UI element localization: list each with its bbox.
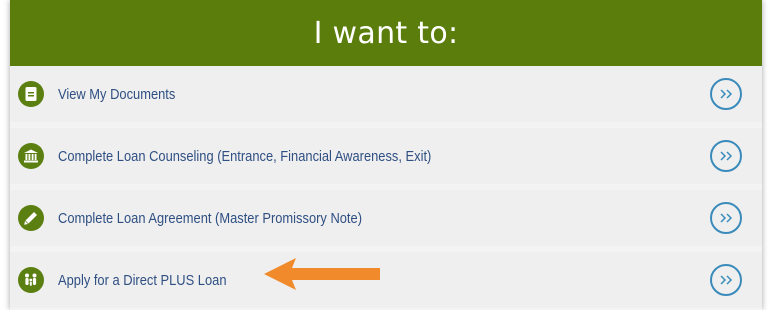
- menu-item-complete-loan-counseling[interactable]: Complete Loan Counseling (Entrance, Fina…: [10, 128, 762, 184]
- double-chevron-right-icon[interactable]: [710, 140, 742, 172]
- menu-item-view-my-documents[interactable]: View My Documents: [10, 66, 762, 122]
- menu-item-label: Complete Loan Agreement (Master Promisso…: [58, 209, 362, 227]
- i-want-to-panel: I want to: View My Documents Complete Lo…: [10, 0, 762, 310]
- document-icon: [18, 81, 44, 107]
- pencil-icon: [18, 205, 44, 231]
- bank-icon: [18, 143, 44, 169]
- panel-title: I want to:: [313, 15, 459, 51]
- double-chevron-right-icon[interactable]: [710, 202, 742, 234]
- double-chevron-right-icon[interactable]: [710, 78, 742, 110]
- menu-item-complete-loan-agreement[interactable]: Complete Loan Agreement (Master Promisso…: [10, 190, 762, 246]
- menu-item-label: Complete Loan Counseling (Entrance, Fina…: [58, 147, 432, 165]
- orange-arrow-icon: [264, 258, 380, 290]
- panel-header: I want to:: [10, 0, 762, 66]
- menu-item-apply-direct-plus-loan[interactable]: Apply for a Direct PLUS Loan: [10, 252, 762, 308]
- menu-item-label: Apply for a Direct PLUS Loan: [58, 271, 227, 289]
- menu-item-label: View My Documents: [58, 85, 176, 103]
- double-chevron-right-icon[interactable]: [710, 264, 742, 296]
- family-icon: [18, 267, 44, 293]
